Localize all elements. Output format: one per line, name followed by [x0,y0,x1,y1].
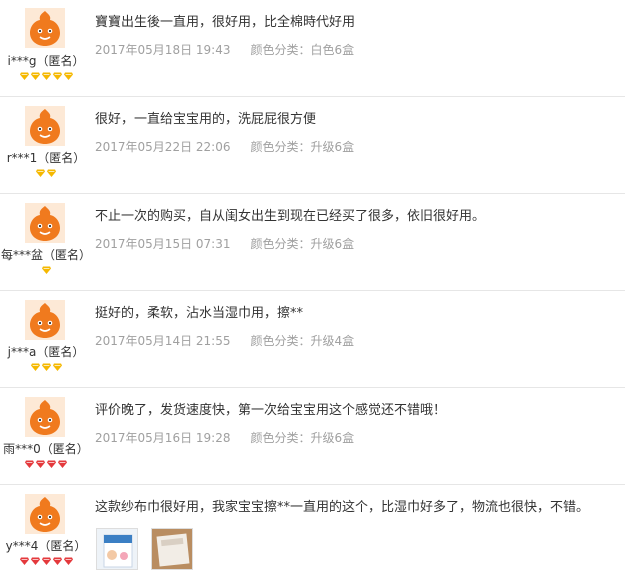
reviewer-name[interactable]: 每***盆（匿名） [0,246,92,263]
review-meta: 2017年05月15日 07:31 颜色分类：升级6盒 [95,235,354,252]
diamond-badge-icon [30,72,40,80]
reviewer-name[interactable]: r***1（匿名） [0,149,92,166]
diamond-badge-icon [58,460,67,468]
reviewer-name[interactable]: y***4（匿名） [0,537,92,554]
review-meta: 2017年05月18日 19:43 颜色分类：白色6盒 [95,41,354,58]
review-text: 这款纱布巾很好用，我家宝宝擦**一直用的这个，比湿巾好多了，物流也很快，不错。 [95,500,590,515]
diamond-badge-icon [30,363,40,371]
reviewer-badges [0,460,92,468]
reviewer-badges [0,169,92,177]
review-photo-thumbnail[interactable] [151,528,193,570]
review-meta: 2017年05月16日 19:28 颜色分类：升级6盒 [95,429,354,446]
review-date: 2017年05月14日 21:55 [95,334,231,348]
diamond-badge-icon [25,460,34,468]
reviewer-badges [0,363,92,371]
review-text: 很好，一直给宝宝用的，洗屁屁很方便 [95,112,317,127]
review-item: 每***盆（匿名） 不止一次的购买，自从闺女出生到现在已经买了很多，依旧很好用。… [0,194,625,290]
diamond-badge-icon [47,460,56,468]
diamond-badge-icon [36,169,45,177]
reviewer-badges [0,557,92,565]
reviewer-name[interactable]: j***a（匿名） [0,343,92,360]
review-text: 不止一次的购买，自从闺女出生到现在已经买了很多，依旧很好用。 [95,209,486,224]
mascot-avatar-icon[interactable] [25,397,65,437]
review-date: 2017年05月22日 22:06 [95,140,231,154]
diamond-badge-icon [47,169,56,177]
mascot-avatar-icon[interactable] [25,300,65,340]
diamond-badge-icon [41,363,51,371]
review-date: 2017年05月18日 19:43 [95,43,231,57]
diamond-badge-icon [36,460,45,468]
review-item: 雨***0（匿名） 评价晚了，发货速度快，第一次给宝宝用这个感觉还不错哦！ 20… [0,388,625,484]
diamond-badge-icon [52,72,62,80]
reviewer-badges [0,72,92,80]
mascot-avatar-icon[interactable] [25,494,65,534]
review-date: 2017年05月15日 07:31 [95,237,231,251]
review-spec: 颜色分类：升级4盒 [250,334,355,348]
diamond-badge-icon [41,266,51,274]
diamond-badge-icon [19,557,29,565]
mascot-avatar-icon[interactable] [25,8,65,48]
review-spec: 颜色分类：升级6盒 [250,140,355,154]
diamond-badge-icon [52,363,62,371]
review-spec: 颜色分类：升级6盒 [250,237,355,251]
reviewer-name[interactable]: i***g（匿名） [0,52,92,69]
diamond-badge-icon [52,557,62,565]
review-item: j***a（匿名） 挺好的，柔软，沾水当湿巾用，擦** 2017年05月14日 … [0,291,625,387]
review-item: r***1（匿名） 很好，一直给宝宝用的，洗屁屁很方便 2017年05月22日 … [0,97,625,193]
review-meta: 2017年05月14日 21:55 颜色分类：升级4盒 [95,332,354,349]
diamond-badge-icon [63,72,73,80]
diamond-badge-icon [41,72,51,80]
review-photo-thumbnail[interactable] [96,528,138,570]
review-spec: 颜色分类：升级6盒 [250,431,355,445]
diamond-badge-icon [41,557,51,565]
review-date: 2017年05月16日 19:28 [95,431,231,445]
review-item: y***4（匿名） 这款纱布巾很好用，我家宝宝擦**一直用的这个，比湿巾好多了，… [0,485,625,579]
review-item: i***g（匿名） 寶寶出生後一直用，很好用，比全棉時代好用 2017年05月1… [0,0,625,96]
review-spec: 颜色分类：白色6盒 [250,43,355,57]
reviewer-badges [0,266,92,274]
mascot-avatar-icon[interactable] [25,106,65,146]
diamond-badge-icon [19,72,29,80]
review-text: 寶寶出生後一直用，很好用，比全棉時代好用 [95,15,356,30]
review-meta: 2017年05月22日 22:06 颜色分类：升级6盒 [95,138,354,155]
reviewer-name[interactable]: 雨***0（匿名） [0,440,92,457]
mascot-avatar-icon[interactable] [25,203,65,243]
diamond-badge-icon [63,557,73,565]
review-text: 挺好的，柔软，沾水当湿巾用，擦** [95,306,304,321]
diamond-badge-icon [30,557,40,565]
review-text: 评价晚了，发货速度快，第一次给宝宝用这个感觉还不错哦！ [95,403,447,418]
